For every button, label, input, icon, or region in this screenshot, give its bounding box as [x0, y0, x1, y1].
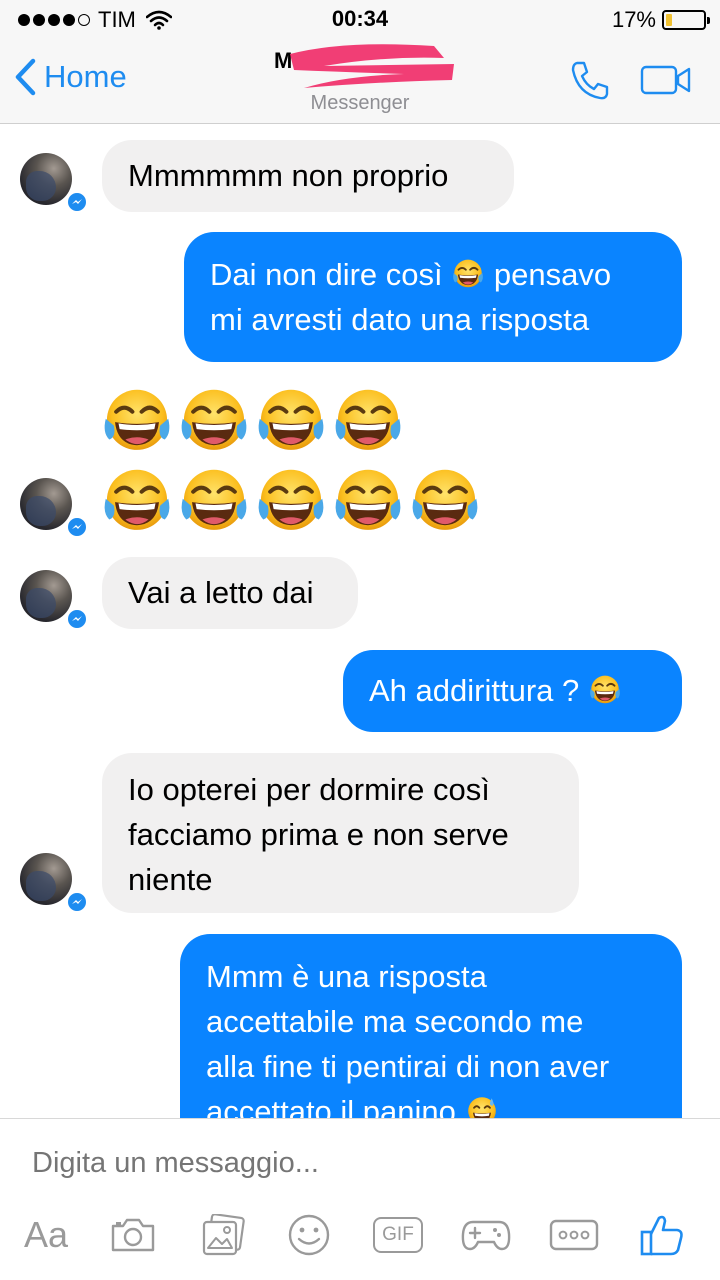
- back-label: Home: [44, 59, 127, 94]
- more-icon[interactable]: [548, 1209, 600, 1261]
- composer: Aa GI: [0, 1118, 720, 1280]
- tears-of-joy-emoji-icon: [177, 464, 251, 538]
- tears-of-joy-emoji-icon: [408, 464, 482, 538]
- video-call-icon[interactable]: [640, 64, 692, 96]
- contact-avatar[interactable]: [20, 478, 72, 530]
- camera-icon[interactable]: [108, 1209, 158, 1261]
- battery-status: 17%: [611, 7, 710, 33]
- tears-of-joy-emoji-icon: [254, 384, 328, 458]
- contact-avatar[interactable]: [20, 570, 72, 622]
- tears-of-joy-emoji-icon: [451, 257, 485, 291]
- photo-gallery-icon[interactable]: [198, 1209, 248, 1261]
- tears-of-joy-emoji-icon: [331, 464, 405, 538]
- tears-of-joy-emoji-icon: [588, 673, 622, 707]
- tears-of-joy-emoji-icon: [100, 464, 174, 538]
- contact-avatar[interactable]: [20, 853, 72, 905]
- messenger-badge-icon: [66, 891, 88, 913]
- incoming-message[interactable]: Vai a letto dai: [102, 557, 358, 629]
- tears-of-joy-emoji-icon: [331, 384, 405, 458]
- battery-icon: [662, 10, 710, 30]
- messenger-badge-icon: [66, 191, 88, 213]
- outgoing-message[interactable]: Ah addirittura ?: [343, 650, 682, 732]
- message-input[interactable]: [32, 1147, 672, 1180]
- back-button[interactable]: Home: [14, 58, 127, 96]
- gamepad-icon[interactable]: [460, 1209, 512, 1261]
- status-bar: TIM 00:34 17%: [0, 0, 720, 40]
- incoming-message[interactable]: Mmmmmm non proprio: [102, 140, 514, 212]
- battery-percent: 17%: [611, 7, 656, 32]
- thumbs-up-icon[interactable]: [636, 1209, 688, 1261]
- incoming-message[interactable]: Io opterei per dormire così facciamo pri…: [102, 753, 579, 913]
- conversation-header: Home M Messenger: [0, 40, 720, 124]
- messenger-badge-icon: [66, 608, 88, 630]
- redaction-scribble: [290, 44, 454, 88]
- smiley-icon[interactable]: [286, 1209, 332, 1261]
- composer-toolbar: Aa GIF: [0, 1209, 720, 1269]
- gif-label: GIF: [382, 1224, 414, 1245]
- sweat-smile-emoji-icon: [465, 1094, 499, 1118]
- phone-call-icon[interactable]: [568, 58, 612, 102]
- tears-of-joy-emoji-icon: [177, 384, 251, 458]
- gif-icon[interactable]: GIF: [372, 1209, 424, 1261]
- aa-text-icon[interactable]: Aa: [18, 1209, 74, 1261]
- outgoing-message[interactable]: Mmm è una risposta accettabile ma second…: [180, 934, 682, 1118]
- tears-of-joy-emoji-icon: [254, 464, 328, 538]
- chevron-left-icon: [15, 58, 36, 96]
- messenger-badge-icon: [66, 516, 88, 538]
- message-thread[interactable]: Mmmmmm non proprio Dai non dire così pen…: [0, 124, 720, 1118]
- contact-avatar[interactable]: [20, 153, 72, 205]
- tears-of-joy-emoji-icon: [100, 384, 174, 458]
- outgoing-message[interactable]: Dai non dire così pensavo mi avresti dat…: [184, 232, 682, 362]
